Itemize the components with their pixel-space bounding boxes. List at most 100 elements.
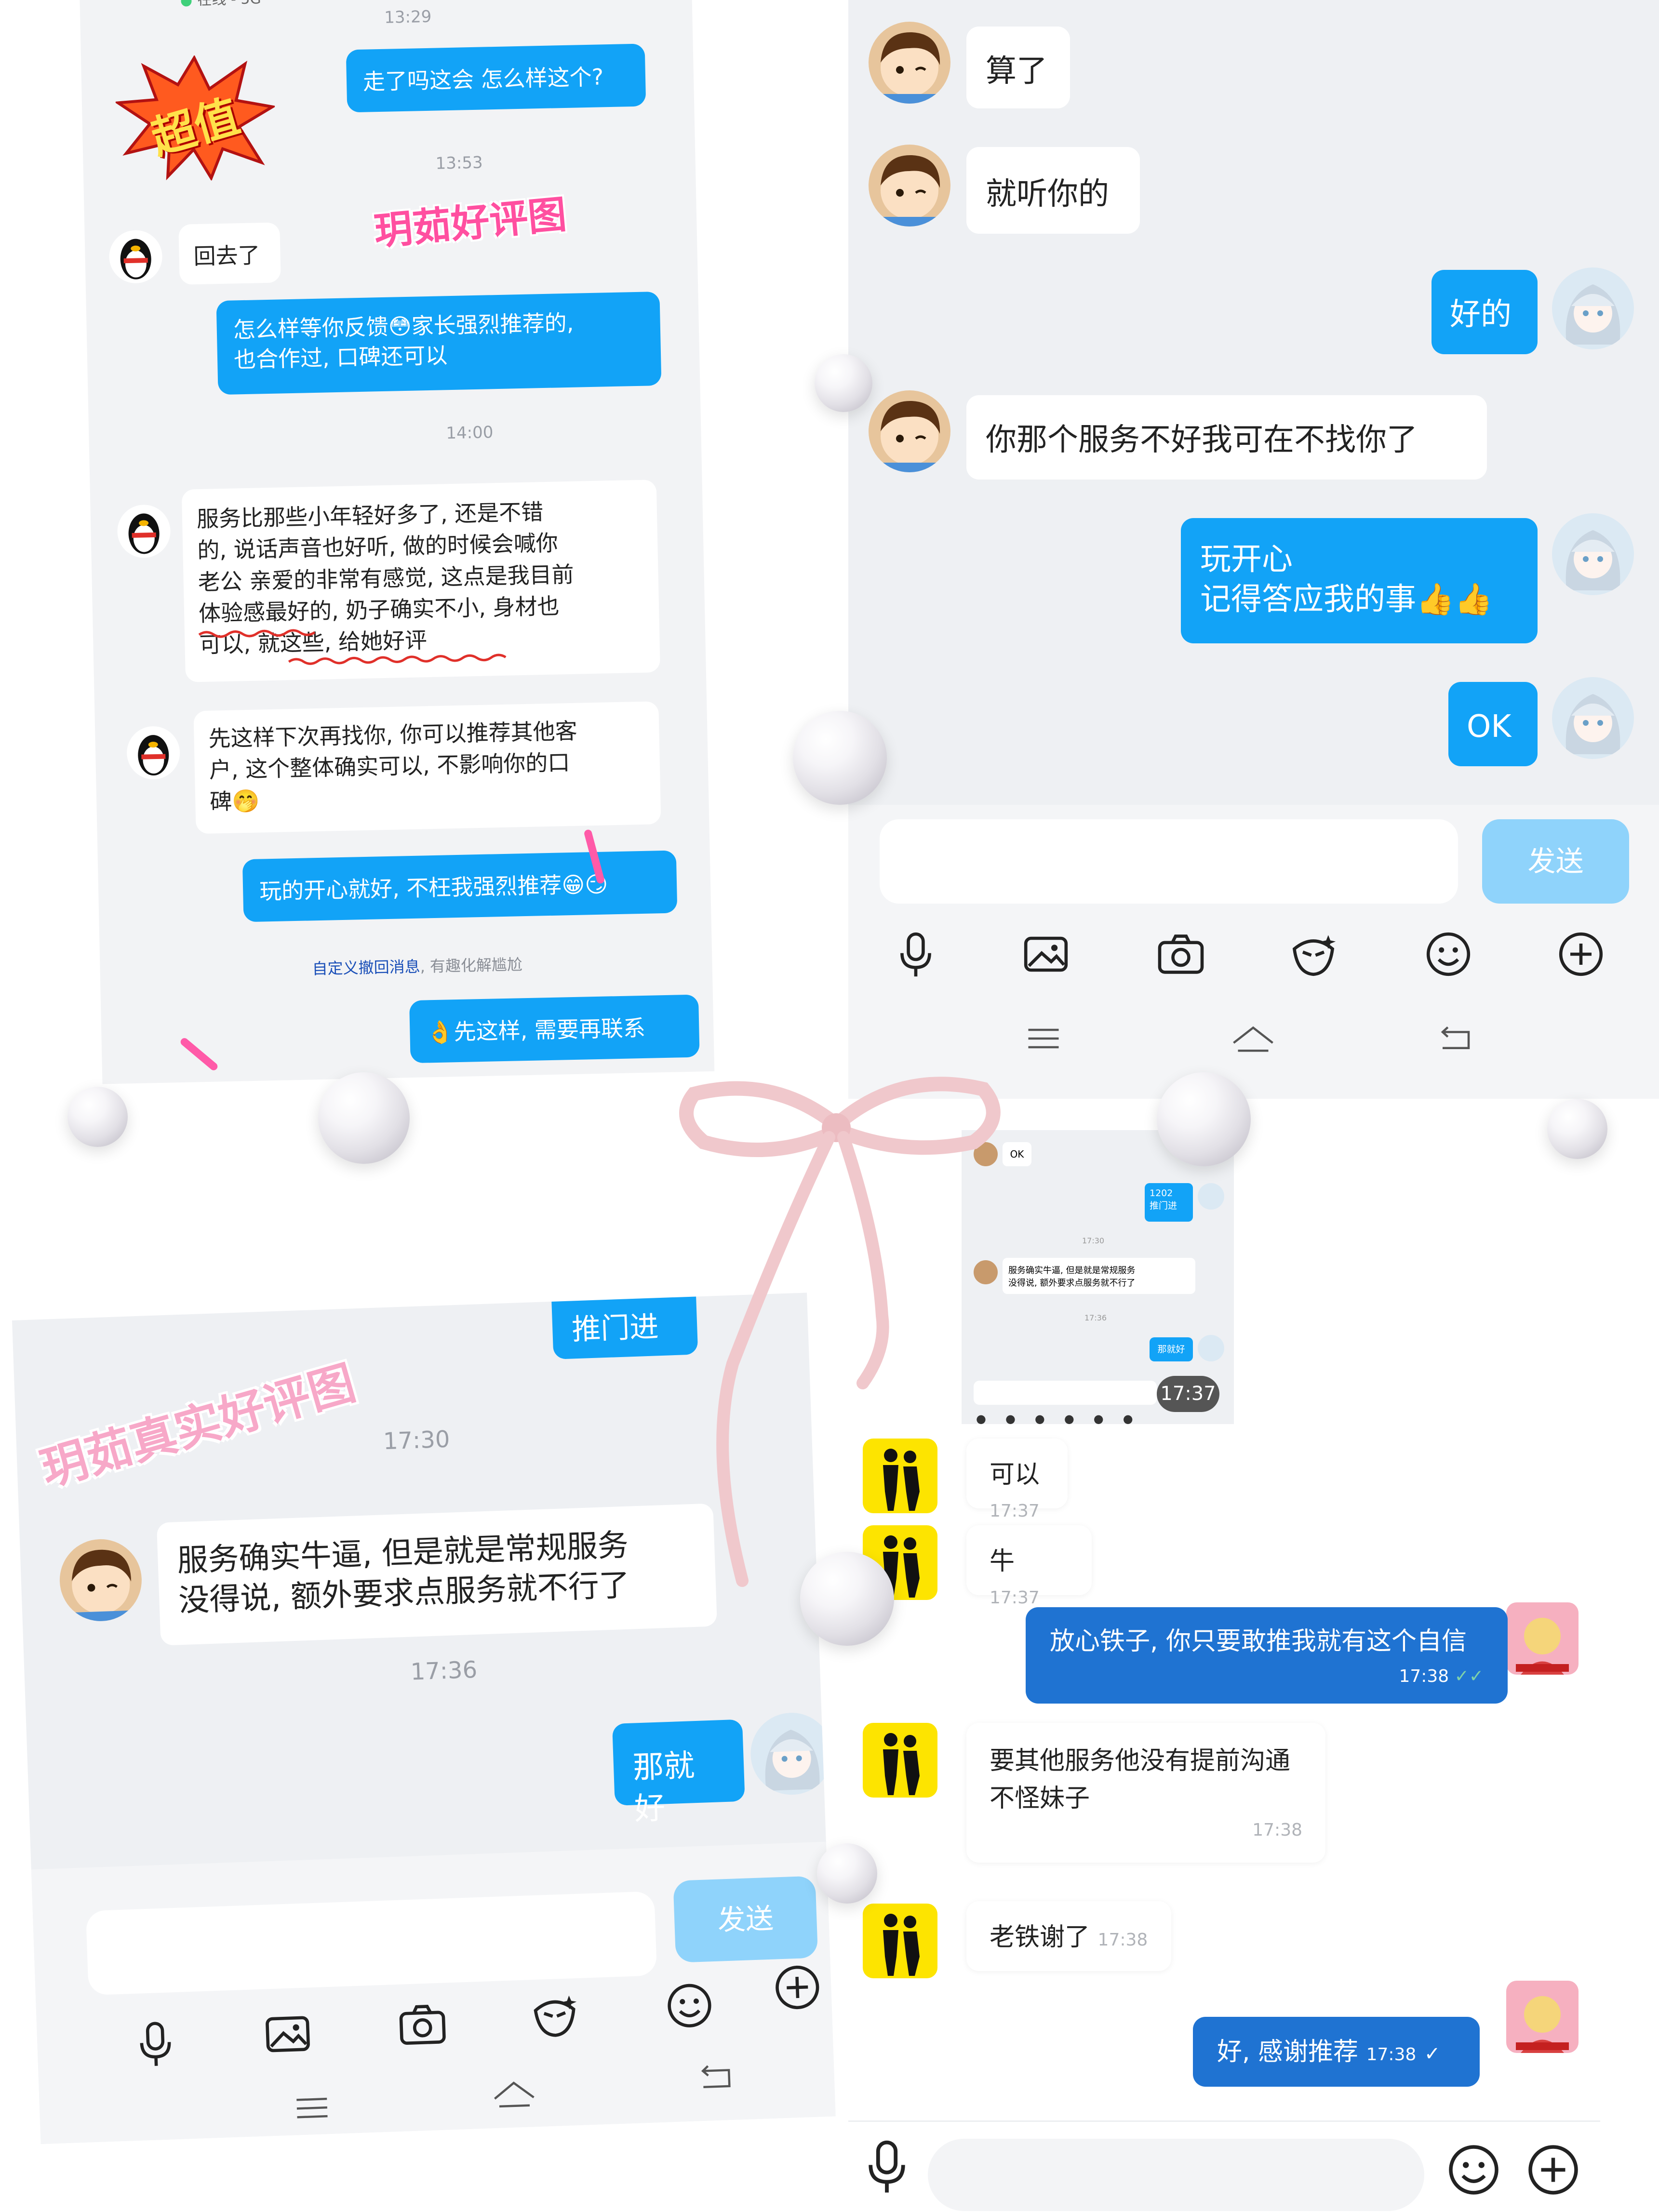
message-input[interactable] <box>880 819 1458 904</box>
message-time: 17:38 <box>1399 1666 1449 1687</box>
anime-avatar[interactable] <box>1552 267 1634 349</box>
pearl-decoration <box>817 1843 877 1904</box>
pearl-decoration <box>1157 1072 1251 1166</box>
camera-icon[interactable] <box>395 1997 450 2052</box>
emoji-icon[interactable] <box>1422 928 1475 981</box>
deity-icon <box>1516 1618 1569 1675</box>
anime-girl-icon <box>765 1730 820 1791</box>
anime-avatar[interactable] <box>749 1711 834 1797</box>
qq-avatar[interactable] <box>117 504 171 559</box>
home-icon[interactable] <box>1227 1017 1280 1060</box>
home-icon[interactable] <box>487 2071 541 2117</box>
title-sticker: 玥茹真实好评图 <box>35 1355 361 1497</box>
anime-avatar[interactable] <box>1552 677 1634 759</box>
message-bubble[interactable]: 要其他服务他没有提前沟通 不怪妹子 17:38 <box>966 1723 1325 1863</box>
message-bubble[interactable]: 老铁谢了 17:38 <box>966 1901 1171 1971</box>
boy-face-icon <box>881 400 940 472</box>
camera-icon[interactable] <box>1154 928 1207 981</box>
sticker-icon[interactable] <box>1287 928 1340 981</box>
boy-avatar[interactable] <box>869 22 950 104</box>
message-bubble[interactable]: 玩的开心就好, 不枉我强烈推荐😁😏 <box>242 850 678 922</box>
image-icon[interactable] <box>260 2007 315 2062</box>
send-button[interactable]: 发送 <box>1482 819 1629 904</box>
menu-icon[interactable] <box>1022 1017 1065 1060</box>
message-bubble[interactable]: 服务确实牛逼, 但是就是常规服务 没得说, 额外要求点服务就不行了 <box>156 1503 718 1646</box>
deity-icon <box>1516 1996 1569 2053</box>
message-time: 17:38 <box>1097 1930 1148 1950</box>
message-bubble[interactable]: 你那个服务不好我可在不找你了 <box>966 395 1487 480</box>
sticker-icon[interactable] <box>527 1988 582 2043</box>
message-bubble[interactable]: 怎么样等你反馈😳家长强烈推荐的, 也合作过, 口碑还可以 <box>216 291 662 395</box>
message-bubble[interactable]: 👌先这样, 需要再联系 <box>409 994 700 1064</box>
couple-avatar[interactable] <box>863 1723 937 1798</box>
message-input[interactable] <box>928 2139 1424 2211</box>
recall-link[interactable]: 自定义撤回消息 <box>312 958 420 978</box>
anime-girl-icon <box>1565 530 1620 590</box>
back-icon[interactable] <box>694 2054 738 2099</box>
mic-icon[interactable] <box>856 2135 918 2198</box>
timestamp: 13:29 <box>384 7 432 27</box>
penguin-icon <box>120 239 151 280</box>
send-button[interactable]: 发送 <box>673 1876 818 1963</box>
boy-face-icon <box>71 1549 132 1622</box>
couple-icon <box>883 1914 920 1976</box>
message-bubble[interactable]: 玩开心 记得答应我的事👍👍 <box>1181 518 1538 643</box>
check-icon: ✓ <box>1424 2043 1441 2065</box>
message-bubble[interactable]: 走了吗这会 怎么样这个? <box>346 43 646 113</box>
menu-icon[interactable] <box>290 2086 334 2131</box>
anime-girl-icon <box>1565 694 1620 754</box>
boy-avatar[interactable] <box>58 1537 143 1623</box>
emoji-icon[interactable] <box>662 1978 717 2033</box>
message-bubble[interactable]: 就听你的 <box>966 147 1140 234</box>
qq-avatar[interactable] <box>108 229 163 284</box>
input-area: 发送 <box>31 1841 836 2144</box>
back-icon[interactable] <box>1434 1017 1477 1060</box>
penguin-icon <box>128 513 160 554</box>
message-bubble[interactable]: OK <box>1448 682 1538 766</box>
boy-avatar[interactable] <box>869 390 950 472</box>
plus-icon[interactable] <box>770 1960 825 2015</box>
deity-avatar[interactable] <box>1506 1602 1579 1675</box>
message-bubble[interactable]: 好, 感谢推荐 17:38 ✓ <box>1193 2017 1480 2087</box>
ribbon-bow-icon <box>679 1077 1001 1587</box>
message-time: 17:38 <box>1366 2045 1417 2065</box>
red-underline <box>198 629 507 665</box>
message-bubble[interactable]: 放心铁子, 你只要敢推我就有这个自信 17:38 ✓✓ <box>1026 1607 1508 1704</box>
chat-panel-b: 算了 就听你的 好的 你那个服务不好我可在不找你了 玩开心 记得答应我的事👍👍 … <box>848 0 1659 1099</box>
message-bubble[interactable]: 好的 <box>1432 270 1538 354</box>
timestamp: 17:30 <box>383 1426 451 1455</box>
mic-icon[interactable] <box>128 2016 183 2071</box>
deity-avatar[interactable] <box>1506 1981 1579 2053</box>
pearl-decoration <box>815 354 872 412</box>
message-bubble[interactable]: 那就好 <box>612 1719 745 1827</box>
plus-icon[interactable] <box>1523 2140 1583 2200</box>
title-sticker: 玥茹好评图 <box>372 192 569 254</box>
emoji-icon[interactable] <box>1444 2140 1504 2200</box>
pearl-decoration <box>793 711 887 805</box>
timestamp: 17:36 <box>410 1656 478 1686</box>
message-bubble[interactable]: 算了 <box>966 27 1070 108</box>
anime-girl-icon <box>1565 284 1620 345</box>
image-icon[interactable] <box>1019 928 1072 981</box>
pearl-decoration <box>318 1072 410 1164</box>
thumb-bubble: 服务确实牛逼, 但是就是常规服务 没得说, 额外要求点服务就不行了 <box>1003 1258 1195 1294</box>
mic-icon[interactable] <box>889 928 942 981</box>
anime-avatar[interactable] <box>1552 513 1634 595</box>
thumb-time-badge: 17:37 <box>1157 1376 1219 1412</box>
message-bubble[interactable]: 先这样下次再找你, 你可以推荐其他客 户, 这个整体确实可以, 不影响你的口 碑… <box>193 701 661 834</box>
message-bubble[interactable]: 回去了 <box>178 222 281 285</box>
thumb-time: 17:30 <box>1082 1236 1105 1245</box>
divider <box>848 2120 1600 2122</box>
penguin-icon <box>138 735 169 776</box>
message-input[interactable] <box>85 1891 657 1996</box>
couple-icon <box>883 1733 920 1795</box>
pearl-decoration <box>1547 1099 1607 1159</box>
boy-face-icon <box>881 155 940 227</box>
plus-icon[interactable] <box>1554 928 1607 981</box>
qq-avatar[interactable] <box>126 725 181 780</box>
thumb-time: 17:36 <box>1084 1313 1107 1322</box>
boy-avatar[interactable] <box>869 145 950 227</box>
thumb-avatar <box>1198 1335 1224 1361</box>
couple-avatar[interactable] <box>863 1904 937 1978</box>
pearl-decoration <box>67 1087 128 1147</box>
